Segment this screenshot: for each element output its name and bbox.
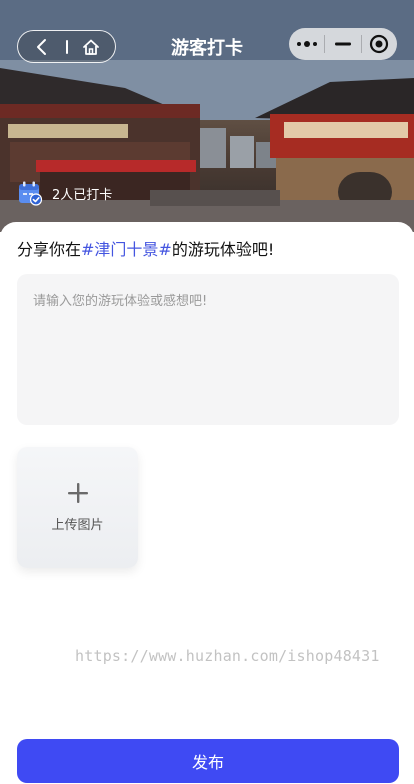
home-icon: [83, 39, 100, 55]
watermark: https://www.huzhan.com/ishop48431: [75, 647, 380, 665]
back-button[interactable]: [18, 31, 66, 62]
publish-button[interactable]: 发布: [17, 739, 399, 783]
prompt-prefix: 分享你在: [17, 240, 82, 259]
prompt-suffix: 的游玩体验吧!: [171, 240, 275, 259]
calendar-check-icon: [19, 181, 43, 206]
more-dots-icon: [296, 41, 317, 47]
checkin-count: 2人已打卡: [17, 180, 112, 206]
share-prompt: 分享你在#津门十景#的游玩体验吧!: [17, 240, 274, 260]
upload-image-button[interactable]: 上传图片: [17, 447, 138, 568]
chevron-left-icon: [36, 38, 46, 55]
nav-pill: [17, 30, 116, 63]
topic-tag[interactable]: #津门十景#: [81, 240, 172, 259]
experience-input[interactable]: [17, 274, 399, 425]
minimize-button[interactable]: [325, 28, 360, 60]
home-button[interactable]: [68, 31, 116, 62]
checkin-count-text: 2人已打卡: [52, 187, 113, 203]
mini-program-capsule: [289, 28, 397, 60]
post-form: 分享你在#津门十景#的游玩体验吧! 上传图片 https://www.huzha…: [0, 222, 414, 784]
more-menu-button[interactable]: [289, 28, 324, 60]
close-button[interactable]: [362, 28, 397, 60]
plus-icon: [67, 483, 88, 503]
minimize-icon: [334, 42, 351, 46]
target-circle-icon: [370, 34, 389, 54]
upload-image-label: 上传图片: [51, 518, 104, 533]
